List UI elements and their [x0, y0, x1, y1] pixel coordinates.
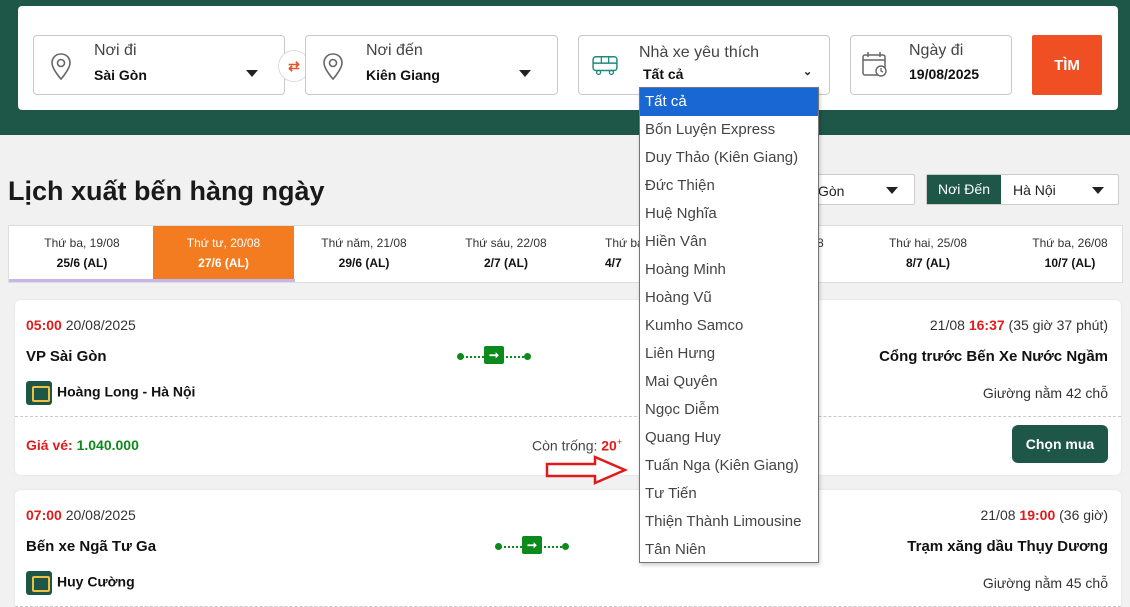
dropdown-option[interactable]: Huệ Nghĩa: [640, 200, 818, 228]
date-tab[interactable]: Thứ sáu, 22/08 2/7 (AL): [435, 226, 577, 282]
dropdown-option[interactable]: Duy Thảo (Kiên Giang): [640, 144, 818, 172]
dropdown-option[interactable]: Mai Quyên: [640, 368, 818, 396]
departure-time: 05:00 20/08/2025: [26, 317, 136, 333]
filter-destination-tag: Nơi Đến: [927, 175, 1001, 204]
arrival-station: Trạm xăng dầu Thụy Dương: [907, 538, 1108, 555]
operator-name: Hoàng Long - Hà Nội: [26, 381, 195, 405]
to-value: Kiên Giang: [366, 67, 440, 83]
search-form: Nơi đi Sài Gòn ⇄ Nơi đến Kiên Giang Nhà …: [18, 6, 1118, 110]
date-tab-lunar: 27/6 (AL): [198, 256, 249, 270]
date-tab-weekday: Thứ sáu, 22/08: [465, 236, 547, 250]
date-tab-weekday: Thứ tư, 20/08: [186, 236, 261, 250]
location-pin-icon: [323, 53, 343, 81]
seat-type: Giường nằm 42 chỗ: [982, 385, 1108, 401]
red-arrow-annotation-icon: [545, 455, 629, 485]
trip-card: 05:00 20/08/2025 21/08 16:37 (35 giờ 37 …: [15, 300, 1121, 475]
date-tab-weekday: Thứ năm, 21/08: [321, 236, 407, 250]
date-tab-weekday: Thứ hai, 25/08: [888, 236, 968, 250]
from-value: Sài Gòn: [94, 67, 147, 83]
operator-logo: [26, 571, 52, 595]
seat-type: Giường nằm 45 chỗ: [982, 575, 1108, 591]
from-label: Nơi đi: [94, 42, 137, 59]
dropdown-option[interactable]: Liên Hưng: [640, 340, 818, 368]
header-bar: Nơi đi Sài Gòn ⇄ Nơi đến Kiên Giang Nhà …: [0, 0, 1130, 135]
location-pin-icon: [51, 53, 71, 81]
ticket-price: Giá vé: 1.040.000: [26, 437, 139, 453]
buy-button[interactable]: Chọn mua: [1012, 425, 1108, 463]
date-tab-weekday: Thứ ba, 19/08: [44, 236, 120, 250]
bus-arrow-icon: ➞: [522, 536, 542, 554]
filter-destination-select[interactable]: Nơi Đến Hà Nội: [926, 174, 1119, 205]
departure-station: Bến xe Ngã Tư Ga: [26, 538, 157, 555]
date-tab-active[interactable]: Thứ tư, 20/08 27/6 (AL): [153, 226, 294, 282]
bus-arrow-icon: ➞: [484, 346, 504, 364]
chevron-down-icon: ⌄: [803, 66, 813, 78]
calendar-icon: [862, 52, 887, 77]
departure-station: VP Sài Gòn: [26, 348, 107, 365]
arrival-time: 21/08 19:00 (36 giờ): [980, 507, 1108, 523]
dropdown-option[interactable]: Bốn Luyện Express: [640, 116, 818, 144]
seats-available: Còn trống: 20+: [532, 437, 623, 454]
date-picker[interactable]: Ngày đi 19/08/2025: [850, 35, 1012, 95]
date-tabs: Thứ ba, 19/08 25/6 (AL) Thứ tư, 20/08 27…: [8, 225, 1123, 283]
tab-underline: [9, 279, 295, 282]
dropdown-option[interactable]: Tuấn Nga (Kiên Giang): [640, 452, 818, 480]
caret-down-icon: [886, 187, 898, 194]
bus-icon: [592, 56, 618, 75]
departure-time: 07:00 20/08/2025: [26, 507, 136, 523]
caret-down-icon: [1092, 187, 1104, 194]
favorite-operator-label: Nhà xe yêu thích: [639, 44, 760, 61]
dropdown-option[interactable]: Quang Huy: [640, 424, 818, 452]
from-select[interactable]: Nơi đi Sài Gòn: [33, 35, 285, 95]
caret-down-icon: [519, 70, 531, 77]
date-tab[interactable]: Thứ ba, 19/08 25/6 (AL): [11, 226, 153, 282]
dropdown-option[interactable]: Tân Niên: [640, 536, 818, 564]
arrival-station: Cổng trước Bến Xe Nước Ngầm: [879, 348, 1108, 365]
favorite-operator-value: Tất cả: [643, 66, 684, 82]
date-tab-lunar: 2/7 (AL): [483, 256, 528, 270]
filter-destination-value: Hà Nội: [1013, 182, 1056, 198]
filter-origin-value: Gòn: [818, 183, 845, 199]
date-label: Ngày đi: [909, 42, 964, 59]
date-tab[interactable]: Thứ hai, 25/08 8/7 (AL): [857, 226, 999, 282]
arrival-time: 21/08 16:37 (35 giờ 37 phút): [929, 317, 1108, 333]
operator-dropdown-list[interactable]: Tất cả Bốn Luyện Express Duy Thảo (Kiên …: [639, 87, 819, 563]
dropdown-option[interactable]: Hoàng Minh: [640, 256, 818, 284]
operator-name: Huy Cường: [26, 571, 135, 595]
divider: [15, 416, 1121, 417]
date-tab[interactable]: Thứ ba, 26/08 10/7 (AL): [999, 226, 1122, 282]
to-select[interactable]: Nơi đến Kiên Giang: [305, 35, 558, 95]
dropdown-option[interactable]: Tất cả: [640, 88, 818, 116]
date-tab-weekday: Thứ ba, 26/08: [1032, 236, 1108, 250]
date-tab-weekday: 8: [817, 236, 824, 250]
date-tab-lunar: 8/7 (AL): [905, 256, 950, 270]
caret-down-icon: [246, 70, 258, 77]
find-button[interactable]: TÌM: [1032, 35, 1102, 95]
page-title: Lịch xuất bến hàng ngày: [8, 176, 325, 206]
date-tab[interactable]: Thứ năm, 21/08 29/6 (AL): [293, 226, 435, 282]
dropdown-option[interactable]: Ngọc Diễm: [640, 396, 818, 424]
dropdown-option[interactable]: Đức Thiện: [640, 172, 818, 200]
trip-card: 07:00 20/08/2025 21/08 19:00 (36 giờ) Bế…: [15, 490, 1121, 607]
operator-logo: [26, 381, 52, 405]
dropdown-option[interactable]: Hoàng Vũ: [640, 284, 818, 312]
date-tab[interactable]: 8: [817, 226, 837, 282]
dropdown-option[interactable]: Hiền Vân: [640, 228, 818, 256]
dropdown-option[interactable]: Kumho Samco: [640, 312, 818, 340]
date-tab-lunar: 29/6 (AL): [338, 256, 390, 270]
favorite-operator-select[interactable]: Nhà xe yêu thích Tất cả ⌄: [578, 35, 830, 95]
date-tab-lunar: 25/6 (AL): [56, 256, 108, 270]
to-label: Nơi đến: [366, 42, 423, 59]
dropdown-option[interactable]: Tư Tiến: [640, 480, 818, 508]
dropdown-option[interactable]: Thiện Thành Limousine: [640, 508, 818, 536]
date-value: 19/08/2025: [909, 66, 980, 82]
date-tab-lunar: 10/7 (AL): [1044, 256, 1096, 270]
